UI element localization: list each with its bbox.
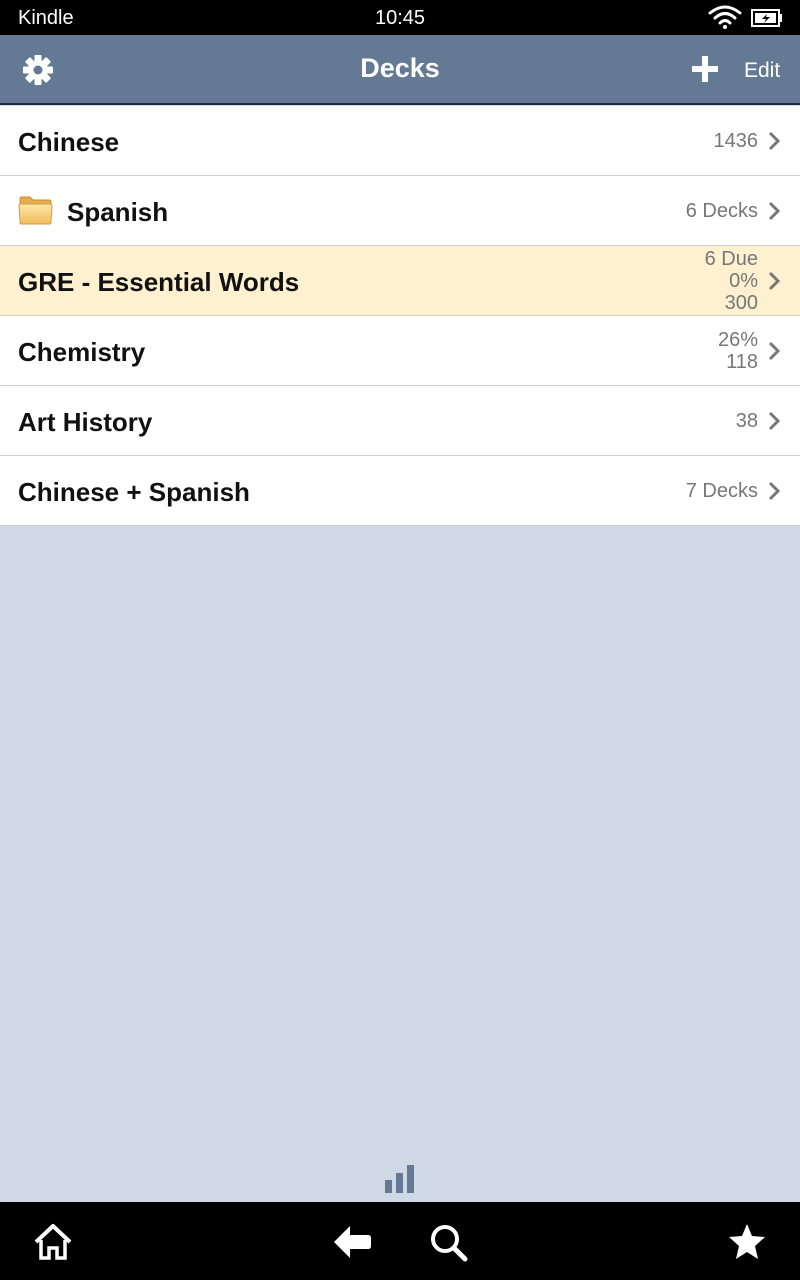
bottom-nav-bar: [0, 1202, 800, 1280]
bar-chart-icon[interactable]: [384, 1164, 416, 1194]
deck-count: 6 Decks: [685, 199, 758, 222]
battery-icon: [751, 9, 782, 27]
folder-icon: [18, 196, 53, 225]
deck-count: 1436: [713, 129, 759, 152]
deck-name: Art History: [18, 407, 153, 437]
deck-meta: 6 Due 0% 300: [705, 246, 758, 315]
deck-name: Chemistry: [18, 337, 146, 367]
deck-meta: 38: [736, 386, 758, 455]
plus-icon[interactable]: [690, 54, 720, 84]
deck-progress: 26%: [717, 328, 758, 351]
deck-count: 38: [735, 409, 758, 432]
chevron-right-icon: [768, 411, 780, 431]
chevron-right-icon: [768, 481, 780, 501]
deck-list: Chinese 1436 Spanish 6 Decks GRE - Essen…: [0, 106, 800, 526]
deck-row-art-history[interactable]: Art History 38: [0, 386, 800, 456]
deck-count: 300: [724, 291, 758, 314]
nav-bar: Decks Edit: [0, 35, 800, 105]
deck-meta: 6 Decks: [686, 176, 758, 245]
deck-count: 7 Decks: [685, 479, 758, 502]
chevron-right-icon: [768, 341, 780, 361]
deck-row-chinese[interactable]: Chinese 1436: [0, 106, 800, 176]
deck-name: Spanish: [67, 197, 169, 227]
deck-name: Chinese: [18, 127, 120, 157]
edit-button[interactable]: Edit: [744, 59, 780, 83]
deck-row-spanish[interactable]: Spanish 6 Decks: [0, 176, 800, 246]
back-arrow-icon[interactable]: [332, 1222, 372, 1262]
deck-name: GRE - Essential Words: [18, 267, 300, 297]
page-title: Decks: [360, 53, 440, 83]
search-icon[interactable]: [428, 1222, 468, 1262]
deck-progress: 0%: [729, 269, 758, 292]
deck-row-chinese-spanish[interactable]: Chinese + Spanish 7 Decks: [0, 456, 800, 526]
status-bar: Kindle 10:45: [0, 0, 800, 35]
deck-count: 118: [726, 350, 758, 373]
deck-meta: 7 Decks: [686, 456, 758, 525]
star-icon[interactable]: [727, 1222, 767, 1262]
chevron-right-icon: [768, 271, 780, 291]
deck-name: Chinese + Spanish: [18, 477, 250, 507]
deck-row-gre[interactable]: GRE - Essential Words 6 Due 0% 300: [0, 246, 800, 316]
chevron-right-icon: [768, 201, 780, 221]
deck-row-chemistry[interactable]: Chemistry 26% 118: [0, 316, 800, 386]
wifi-icon: [708, 5, 742, 29]
chevron-right-icon: [768, 131, 780, 151]
deck-meta: 1436: [714, 106, 759, 175]
home-icon[interactable]: [33, 1222, 73, 1262]
deck-meta: 26% 118: [718, 316, 758, 385]
status-clock: 10:45: [374, 7, 426, 29]
deck-due: 6 Due: [704, 247, 758, 270]
